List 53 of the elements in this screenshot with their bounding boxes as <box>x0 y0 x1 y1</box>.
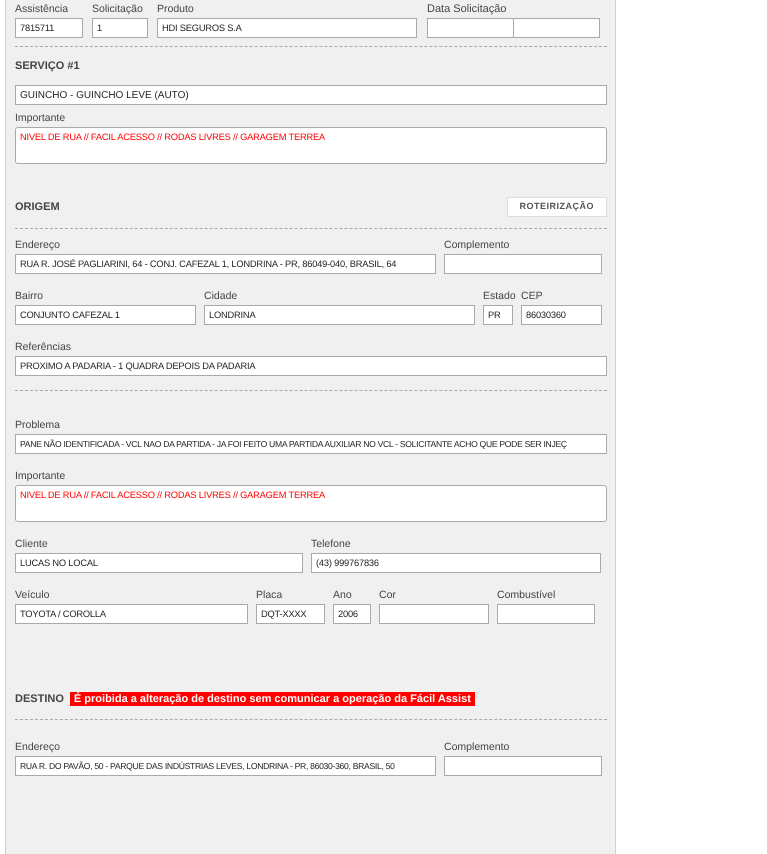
input-field[interactable]: PROXIMO A PADARIA - 1 QUADRA DEPOIS DA PADARIA <box>15 356 607 376</box>
field-label: Ano <box>333 588 353 602</box>
input-field[interactable]: HDI SEGUROS S.A <box>157 18 417 38</box>
input-field[interactable]: PANE NÃO IDENTIFICADA - VCL NAO DA PARTIDA - JA FOI FEITO UMA PARTIDA AUXILIAR NO VCL - SOLICITANTE ACHO QUE PODE SER INJEÇ <box>15 434 607 454</box>
route-button[interactable]: ROTEIRIZAÇÃO <box>506 197 607 217</box>
input-field[interactable] <box>427 18 514 38</box>
field-label: Complemento <box>444 238 510 252</box>
input-field[interactable] <box>379 604 489 624</box>
field-label: Cliente <box>15 537 49 551</box>
input-field[interactable]: 86030360 <box>521 305 602 325</box>
input-field[interactable]: LUCAS NO LOCAL <box>15 553 303 573</box>
field-label: Produto <box>157 2 195 16</box>
text-area[interactable]: NIVEL DE RUA // FACIL ACESSO // RODAS LIVRES // GARAGEM TERREA <box>15 485 607 522</box>
field-label: Endereço <box>15 740 61 754</box>
warning-banner: É proibida a alteração de destino sem comunicar a operação da Fácil Assist <box>70 692 475 706</box>
input-field[interactable]: TOYOTA / COROLLA <box>15 604 248 624</box>
section-title: ORIGEM <box>15 200 60 214</box>
field-label: Endereço <box>15 238 61 252</box>
input-field[interactable] <box>497 604 595 624</box>
input-field[interactable]: 7815711 <box>15 18 83 38</box>
input-field[interactable] <box>514 18 600 38</box>
field-label: Estado <box>483 289 513 303</box>
input-field[interactable]: 2006 <box>333 604 371 624</box>
field-label: Data Solicitação <box>427 2 508 16</box>
input-field[interactable]: PR <box>483 305 513 325</box>
field-label: CEP <box>521 289 544 303</box>
section-title: SERVIÇO #1 <box>15 59 81 73</box>
field-label: Solicitação <box>92 2 144 16</box>
field-label: Complemento <box>444 740 510 754</box>
input-field[interactable]: CONJUNTO CAFEZAL 1 <box>15 305 196 325</box>
field-label: Importante <box>15 111 66 125</box>
input-field[interactable]: DQT-XXXX <box>256 604 325 624</box>
section-title: DESTINO <box>15 692 64 706</box>
field-label: Referências <box>15 340 72 354</box>
field-label: Combustível <box>497 588 556 602</box>
field-label: Problema <box>15 418 61 432</box>
input-field[interactable]: LONDRINA <box>204 305 475 325</box>
field-label: Assistência <box>15 2 70 16</box>
text-area[interactable]: NIVEL DE RUA // FACIL ACESSO // RODAS LIVRES // GARAGEM TERREA <box>15 127 607 164</box>
field-label: Cidade <box>204 289 238 303</box>
input-field[interactable]: 1 <box>92 18 148 38</box>
field-label: Telefone <box>311 537 352 551</box>
input-field[interactable]: (43) 999767836 <box>311 553 601 573</box>
field-label: Bairro <box>15 289 44 303</box>
input-field[interactable] <box>444 756 602 776</box>
input-field[interactable] <box>444 254 602 274</box>
field-label: Importante <box>15 469 66 483</box>
field-label: Cor <box>379 588 397 602</box>
field-label: Placa <box>256 588 284 602</box>
input-field[interactable]: RUA R. DO PAVÃO, 50 - PARQUE DAS INDÚSTRIAS LEVES, LONDRINA - PR, 86030-360, BRASIL, 50 <box>15 756 436 776</box>
field-label: Veículo <box>15 588 50 602</box>
input-field[interactable]: GUINCHO - GUINCHO LEVE (AUTO) <box>15 85 607 105</box>
input-field[interactable]: RUA R. JOSÉ PAGLIARINI, 64 - CONJ. CAFEZAL 1, LONDRINA - PR, 86049-040, BRASIL, 64 <box>15 254 436 274</box>
